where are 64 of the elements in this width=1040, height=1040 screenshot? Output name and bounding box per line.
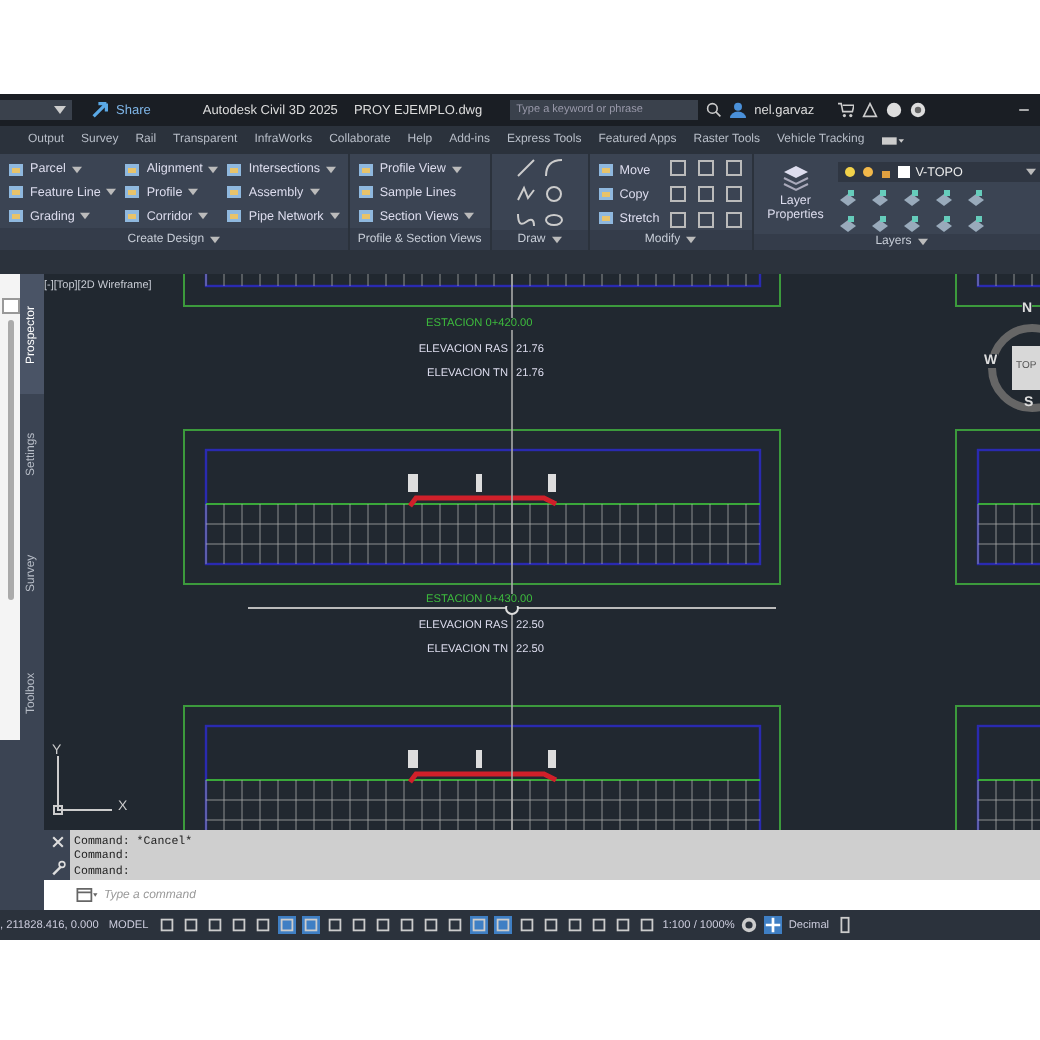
command-icon[interactable] [76,888,98,902]
ellipse-icon[interactable] [543,210,564,230]
user-icon[interactable] [730,102,747,118]
layer-tool-icon[interactable] [933,188,954,208]
layer-tool-icon[interactable] [933,214,954,234]
layers-icon [779,162,812,194]
caret-icon [329,212,340,221]
caret-icon [210,235,221,243]
share-icon[interactable] [92,102,108,118]
caret-icon [54,106,66,114]
caret-icon [464,212,475,221]
layer-tool-icon[interactable] [869,214,890,234]
modify-tool-icon[interactable] [723,184,744,204]
caret-icon [326,165,337,174]
caret-icon [80,212,91,221]
caret-icon [551,236,562,244]
settings-icon[interactable] [740,916,759,934]
bulb-icon [843,166,856,178]
caret-icon [309,188,320,197]
modify-tool-icon[interactable] [695,158,716,178]
spline-icon[interactable] [515,210,536,230]
modify-tool-icon[interactable] [667,184,688,204]
section-drawing [955,705,1040,830]
modify-tool-icon[interactable] [667,158,688,178]
cart-icon[interactable] [838,102,855,118]
modify-tool-icon[interactable] [695,210,716,230]
caret-icon [71,165,82,174]
triangle-icon[interactable] [862,102,879,118]
caret-icon [451,165,462,174]
modify-tool-icon[interactable] [723,210,744,230]
modify-tool-icon[interactable] [667,210,688,230]
quick-access-dropdown[interactable] [0,100,72,120]
polyline-icon[interactable] [515,184,536,204]
layer-tool-icon[interactable] [965,214,986,234]
layer-tool-icon[interactable] [837,188,858,208]
modify-tool-icon[interactable] [695,184,716,204]
caret-icon [208,165,219,174]
layer-tool-icon[interactable] [901,188,922,208]
panel-toggle-icon[interactable] [881,133,904,147]
modify-tool-icon[interactable] [723,158,744,178]
help-icon[interactable] [886,102,903,118]
line-icon[interactable] [515,158,536,178]
palette-dropdown[interactable] [1,298,19,314]
caret-icon [686,236,697,244]
arc-icon[interactable] [543,158,564,178]
viewcube-icon[interactable] [988,324,1040,412]
caret-icon [188,188,199,197]
caret-icon [917,238,928,246]
caret-icon [198,212,209,221]
plus-icon[interactable] [764,916,783,934]
chat-icon[interactable] [910,102,927,118]
scroll-bar[interactable] [7,320,13,600]
caret-icon [1025,168,1036,176]
search-icon[interactable] [706,102,723,118]
caret-icon [106,188,117,197]
close-icon[interactable] [49,834,65,851]
layer-tool-icon[interactable] [837,214,858,234]
layer-tool-icon[interactable] [965,188,986,208]
color-swatch-icon [897,166,910,178]
layer-tool-icon[interactable] [869,188,890,208]
layer-tool-icon[interactable] [901,214,922,234]
wrench-icon[interactable] [49,859,65,876]
ucs-icon [53,755,113,815]
circle-icon[interactable] [543,184,564,204]
